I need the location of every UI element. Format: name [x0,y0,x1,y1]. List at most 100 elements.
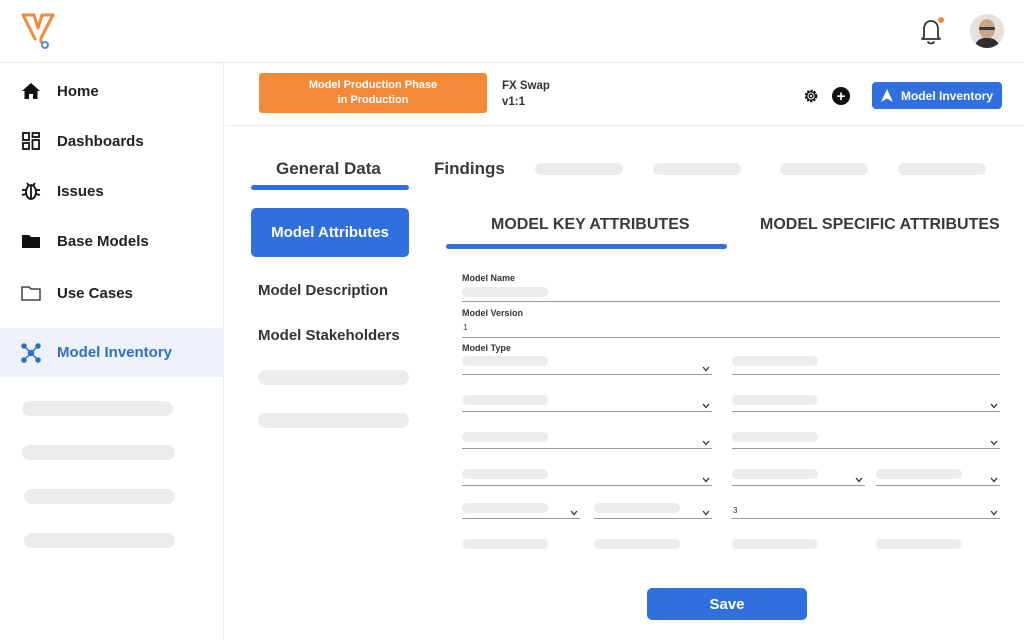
sidebar-item-label: Dashboards [57,132,144,150]
field-placeholder [876,539,962,549]
sidebar-placeholder [22,401,173,416]
field-placeholder [732,395,818,405]
tab-key-attributes-indicator [446,244,727,249]
save-button[interactable]: Save [647,588,807,620]
sidebar-item-use-cases[interactable]: Use Cases [0,269,224,317]
tab-placeholder [780,163,868,175]
settings-gear-icon[interactable] [802,87,820,105]
text-field[interactable] [732,374,1000,375]
network-icon [20,342,42,364]
chevron-down-icon [702,510,710,516]
phase-line-2: in Production [337,94,409,106]
submenu-model-description[interactable]: Model Description [258,282,388,299]
submenu-placeholder [258,413,409,428]
sidebar-placeholder [24,533,175,548]
chevron-down-icon [702,440,710,446]
model-name-label: Model Name [462,273,516,283]
row5-value: 3 [733,506,738,515]
select-field[interactable] [462,518,580,519]
field-placeholder [732,469,818,479]
model-type-select[interactable] [462,374,712,375]
field-placeholder [594,503,680,513]
dashboard-grid-icon [20,130,42,152]
model-inventory-button[interactable]: Model Inventory [872,82,1002,109]
home-icon [20,80,42,102]
sidebar-item-issues[interactable]: Issues [0,167,224,215]
field-placeholder [462,432,548,442]
model-version-field[interactable] [462,337,1000,338]
tab-model-specific-attributes[interactable]: MODEL SPECIFIC ATTRIBUTES [760,216,1000,234]
app-logo[interactable] [20,12,56,50]
select-field[interactable] [462,411,712,412]
model-version-value: 1 [463,323,468,332]
folder-filled-icon [20,230,42,252]
notification-bell-icon[interactable] [918,16,946,46]
field-placeholder [732,432,818,442]
select-field[interactable] [732,518,1000,519]
model-inventory-label: Model Inventory [900,88,993,103]
select-field[interactable] [462,448,712,449]
sidebar-item-label: Model Inventory [57,344,173,361]
select-field[interactable] [732,485,865,486]
sidebar-item-label: Use Cases [57,284,133,302]
sidebar-item-home[interactable]: Home [0,67,224,115]
chevron-down-icon [702,477,710,483]
model-name-field[interactable] [462,301,1000,302]
tab-findings[interactable]: Findings [434,159,505,179]
model-type-placeholder [462,356,548,366]
sidebar-item-base-models[interactable]: Base Models [0,217,224,265]
field-placeholder [462,395,548,405]
chevron-down-icon [855,477,863,483]
tab-placeholder [535,163,623,175]
sidebar-placeholder [22,445,175,460]
submenu-model-attributes[interactable]: Model Attributes [251,208,409,257]
model-name-placeholder [462,287,548,297]
model-header: Model Production Phase in Production FX … [225,63,1024,126]
sidebar-item-dashboards[interactable]: Dashboards [0,117,224,165]
navigation-arrow-icon [880,89,893,102]
sidebar-item-label: Base Models [57,232,149,250]
chevron-down-icon [990,440,998,446]
folder-outline-icon [20,282,42,304]
field-placeholder [732,356,818,366]
tab-general-data-indicator [251,185,409,190]
sidebar-placeholder [24,489,175,504]
chevron-down-icon [702,366,710,372]
model-version: v1:1 [502,96,526,108]
top-bar [0,0,1024,63]
field-placeholder [732,539,818,549]
field-placeholder [462,539,548,549]
model-version-label: Model Version [462,308,524,318]
model-title: FX Swap v1:1 [502,78,550,110]
submenu-placeholder [258,370,409,385]
field-placeholder [462,503,548,513]
select-field[interactable] [876,485,1000,486]
model-name: FX Swap [502,80,550,92]
sidebar-item-label: Home [57,82,99,100]
select-field[interactable] [732,411,1000,412]
add-circle-icon[interactable]: + [832,87,850,105]
submenu-model-stakeholders[interactable]: Model Stakeholders [258,327,400,344]
chevron-down-icon [570,510,578,516]
tab-general-data[interactable]: General Data [276,159,381,179]
phase-badge: Model Production Phase in Production [259,73,487,113]
user-avatar[interactable] [970,14,1004,48]
phase-line-1: Model Production Phase [308,79,438,91]
field-placeholder [876,469,962,479]
sidebar-item-model-inventory[interactable]: Model Inventory [0,328,224,377]
tab-model-key-attributes[interactable]: MODEL KEY ATTRIBUTES [491,216,690,234]
model-type-label: Model Type [462,343,511,353]
chevron-down-icon [990,403,998,409]
bug-icon [20,180,42,202]
sidebar-item-label: Issues [57,182,104,200]
tab-placeholder [898,163,986,175]
sidebar: Home Dashboards Issues Base Models Use C… [0,63,224,640]
chevron-down-icon [990,510,998,516]
notification-dot [938,17,944,23]
field-placeholder [594,539,680,549]
chevron-down-icon [702,403,710,409]
select-field[interactable] [732,448,1000,449]
select-field[interactable] [594,518,712,519]
select-field[interactable] [462,485,712,486]
chevron-down-icon [990,477,998,483]
